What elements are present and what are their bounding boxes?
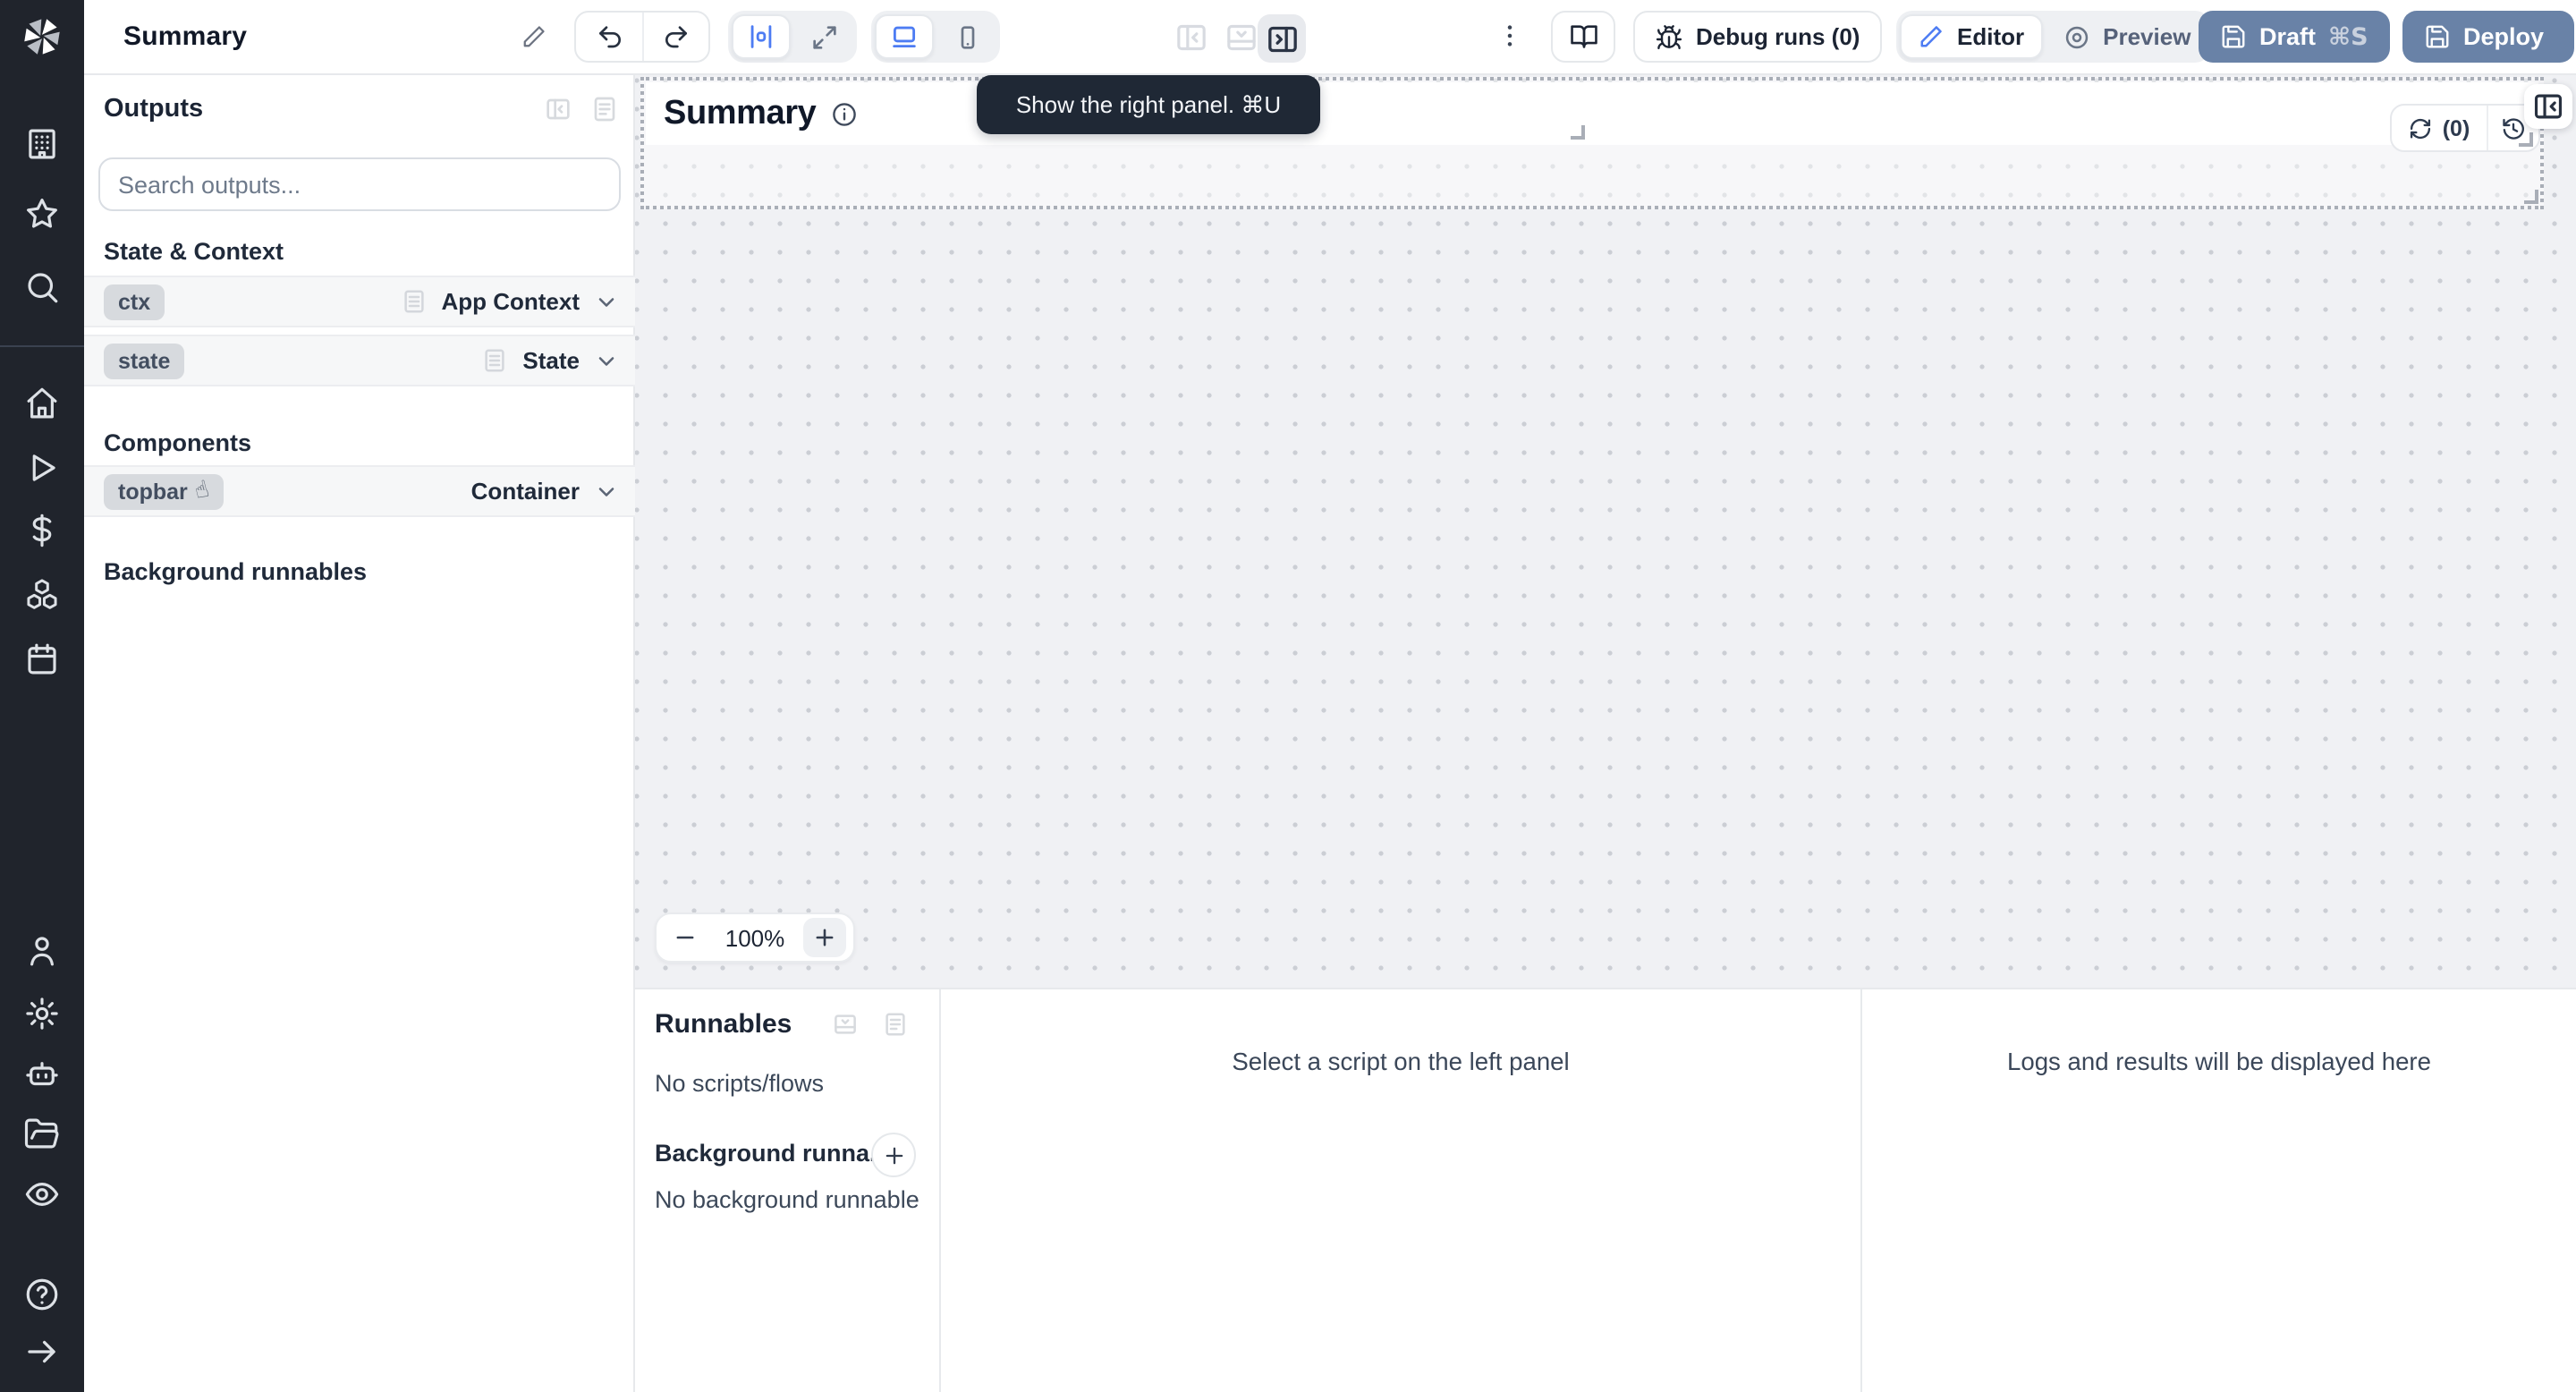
components-header: Components	[104, 429, 251, 456]
editor-topbar: Summary Debug runs (0) Editor Preview Dr…	[84, 0, 2576, 75]
preview-tab[interactable]: Preview	[2046, 14, 2207, 59]
resize-handle[interactable]	[1571, 125, 1585, 140]
outputs-doc-icon[interactable]	[590, 95, 619, 123]
topbar-container-component[interactable]: Summary	[640, 77, 2544, 209]
save-draft-button[interactable]: Draft ⌘S	[2199, 11, 2390, 63]
app-editor: Summary Debug runs (0) Editor Preview Dr…	[0, 0, 2576, 1392]
output-row-ctx[interactable]: ctx App Context	[84, 276, 635, 327]
home-icon[interactable]	[23, 385, 61, 422]
undo-redo-group	[574, 11, 710, 63]
collapse-bottom-panel-icon[interactable]	[832, 1011, 859, 1038]
refresh-button[interactable]: (0)	[2392, 106, 2487, 150]
toggle-bottom-panel-icon[interactable]	[1224, 20, 1259, 55]
select-script-message: Select a script on the left panel	[1232, 1048, 1570, 1075]
logs-panel: Logs and results will be displayed here	[1862, 989, 2576, 1392]
desktop-mode-button[interactable]	[875, 14, 934, 59]
refresh-count: (0)	[2442, 115, 2470, 140]
redo-button[interactable]	[642, 13, 708, 61]
docs-button[interactable]	[1551, 11, 1615, 63]
canvas-app-title: Summary	[664, 94, 817, 132]
schedules-icon[interactable]	[23, 641, 61, 678]
audit-eye-icon[interactable]	[23, 1176, 61, 1213]
output-row-state[interactable]: state State	[84, 335, 635, 386]
no-scripts-label: No scripts/flows	[655, 1070, 825, 1097]
favorites-icon[interactable]	[23, 195, 61, 233]
outputs-title: Outputs	[104, 95, 204, 123]
canvas-zoom-control: 100%	[655, 912, 855, 963]
chevron-down-icon[interactable]	[594, 289, 619, 314]
app-canvas[interactable]: Summary (0) Show the right panel. ⌘U 100…	[635, 75, 2576, 988]
topbar-type-label: Container	[470, 478, 580, 505]
runnables-doc-icon[interactable]	[882, 1011, 909, 1038]
center-layout-button[interactable]	[732, 14, 791, 59]
deploy-label: Deploy	[2463, 23, 2545, 50]
title-component[interactable]: Summary	[646, 82, 2538, 145]
bottom-panels: Runnables No scripts/flows Background ru…	[635, 988, 2576, 1392]
right-panel-tooltip: Show the right panel. ⌘U	[977, 75, 1320, 134]
chevron-down-icon[interactable]	[594, 479, 619, 504]
folders-icon[interactable]	[23, 1115, 61, 1152]
runnables-panel: Runnables No scripts/flows Background ru…	[635, 989, 941, 1392]
layout-mode-group	[728, 11, 857, 63]
chevron-down-icon[interactable]	[594, 348, 619, 373]
runs-icon[interactable]	[23, 449, 61, 487]
open-right-panel-button[interactable]	[2524, 84, 2572, 129]
more-menu-icon[interactable]	[1496, 21, 1524, 54]
state-badge[interactable]: state	[104, 343, 185, 378]
expand-rail-icon[interactable]	[23, 1333, 61, 1371]
device-mode-group	[871, 11, 1000, 63]
ctx-type-label: App Context	[441, 288, 580, 315]
resize-handle[interactable]	[2524, 190, 2538, 204]
mobile-mode-button[interactable]	[937, 14, 996, 59]
toggle-left-panel-icon[interactable]	[1174, 20, 1209, 55]
background-runnables-title: Background runna...	[655, 1140, 890, 1167]
resources-icon[interactable]	[23, 576, 61, 614]
zoom-level: 100%	[724, 924, 785, 951]
info-icon[interactable]	[830, 99, 859, 128]
workspace-icon[interactable]	[23, 125, 61, 163]
variables-icon[interactable]	[23, 512, 61, 549]
hand-cursor-icon: ☝	[191, 476, 213, 506]
side-rail	[0, 0, 84, 1392]
windmill-logo[interactable]	[20, 14, 64, 59]
collapse-outputs-panel-icon[interactable]	[544, 95, 572, 123]
doc-icon	[403, 290, 424, 313]
state-type-label: State	[522, 347, 580, 374]
editor-preview-toggle: Editor Preview	[1896, 11, 2211, 63]
background-runnables-header: Background runnables	[104, 558, 368, 585]
deploy-button[interactable]: Deploy	[2402, 11, 2574, 63]
resize-handle[interactable]	[2519, 132, 2533, 147]
toggle-right-panel-button[interactable]	[1258, 14, 1306, 63]
workers-icon[interactable]	[23, 1056, 61, 1093]
outputs-panel: Outputs State & Context ctx App Context …	[84, 75, 635, 1392]
search-outputs-input[interactable]	[98, 157, 621, 211]
help-icon[interactable]	[23, 1276, 61, 1313]
logs-placeholder-message: Logs and results will be displayed here	[2007, 1048, 2431, 1075]
draft-label: Draft	[2259, 23, 2317, 50]
output-row-topbar[interactable]: topbar ☝ Container	[84, 465, 635, 517]
doc-icon	[485, 349, 505, 372]
user-icon[interactable]	[23, 932, 61, 970]
zoom-in-button[interactable]	[803, 918, 846, 957]
debug-runs-label: Debug runs (0)	[1696, 23, 1860, 50]
draft-shortcut: ⌘S	[2328, 22, 2368, 51]
fullscreen-layout-button[interactable]	[794, 14, 853, 59]
topbar-badge[interactable]: topbar ☝	[104, 473, 224, 509]
settings-icon[interactable]	[23, 995, 61, 1032]
app-title: Summary	[123, 21, 248, 52]
no-background-label: No background runnable	[655, 1186, 919, 1213]
script-editor-panel: Select a script on the left panel	[941, 989, 1862, 1392]
rail-divider	[0, 345, 84, 347]
debug-runs-button[interactable]: Debug runs (0)	[1633, 11, 1882, 63]
edit-title-pencil-icon[interactable]	[521, 23, 547, 50]
state-context-header: State & Context	[104, 238, 284, 265]
ctx-badge[interactable]: ctx	[104, 284, 165, 319]
zoom-out-button[interactable]	[664, 918, 707, 957]
add-background-runnable-button[interactable]	[871, 1133, 916, 1177]
editor-tab[interactable]: Editor	[1900, 14, 2043, 59]
undo-button[interactable]	[576, 13, 642, 61]
canvas-refresh-group: (0)	[2390, 104, 2540, 152]
runnables-title: Runnables	[655, 1009, 792, 1040]
search-icon[interactable]	[23, 268, 61, 306]
